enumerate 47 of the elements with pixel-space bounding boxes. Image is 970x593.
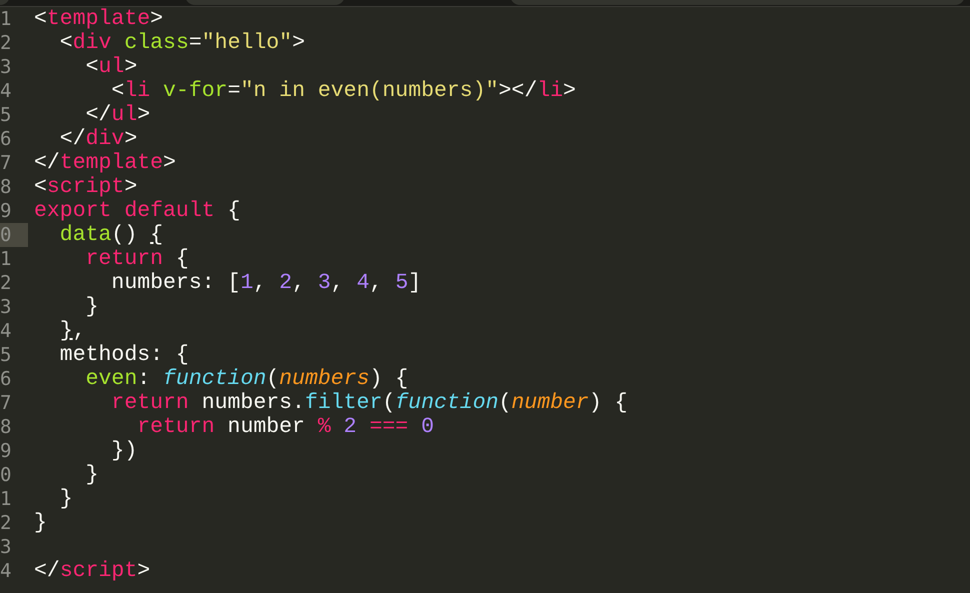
code-line: <ul>	[84, 55, 138, 79]
line-number: 4	[0, 319, 12, 343]
line-number: 3	[0, 295, 12, 319]
code-line: methods: {	[58, 343, 189, 367]
code-line: })	[110, 439, 138, 463]
line-number: 8	[0, 415, 12, 439]
code-line: <script>	[34, 175, 138, 199]
code-line: <div class="hello">	[58, 31, 305, 55]
code-line: </template>	[34, 151, 176, 175]
line-number: 0	[0, 463, 12, 487]
line-number: 6	[0, 367, 12, 391]
line-number: 1	[0, 7, 12, 31]
line-number: 7	[0, 391, 12, 415]
line-number: 1	[0, 487, 12, 511]
code-line: return number % 2 === 0	[136, 415, 434, 439]
code-line: </ul>	[84, 103, 150, 127]
line-number: 4	[0, 79, 12, 103]
code-line: data() {	[58, 223, 164, 247]
code-line: </script>	[34, 559, 150, 583]
code-line: }	[34, 511, 47, 535]
line-number: 5	[0, 103, 12, 127]
code-line: numbers: [1, 2, 3, 4, 5]	[110, 271, 422, 295]
code-line: <li v-for="n in even(numbers)"></li>	[110, 79, 576, 103]
line-number: 1	[0, 247, 12, 271]
code-line: },	[58, 319, 86, 343]
line-number: 2	[0, 31, 12, 55]
line-number: 9	[0, 439, 12, 463]
code-line: return {	[84, 247, 189, 271]
code-line: }	[84, 463, 99, 487]
line-number: 5	[0, 343, 12, 367]
line-number: 2	[0, 271, 12, 295]
code-line: return numbers.filter(function(number) {	[110, 391, 628, 415]
line-number: 3	[0, 535, 12, 559]
line-number: 8	[0, 175, 12, 199]
line-number: 2	[0, 511, 12, 535]
code-line: <template>	[34, 7, 164, 31]
code-line: </div>	[58, 127, 138, 151]
line-number: 7	[0, 151, 12, 175]
line-number: 6	[0, 127, 12, 151]
code-line: even: function(numbers) {	[84, 367, 408, 391]
line-number: 0	[0, 223, 28, 247]
code-line: }	[58, 487, 73, 511]
code-line: export default {	[34, 199, 240, 223]
line-number: 4	[0, 559, 12, 583]
code-line: }	[84, 295, 99, 319]
line-number: 9	[0, 199, 12, 223]
line-number: 3	[0, 55, 12, 79]
